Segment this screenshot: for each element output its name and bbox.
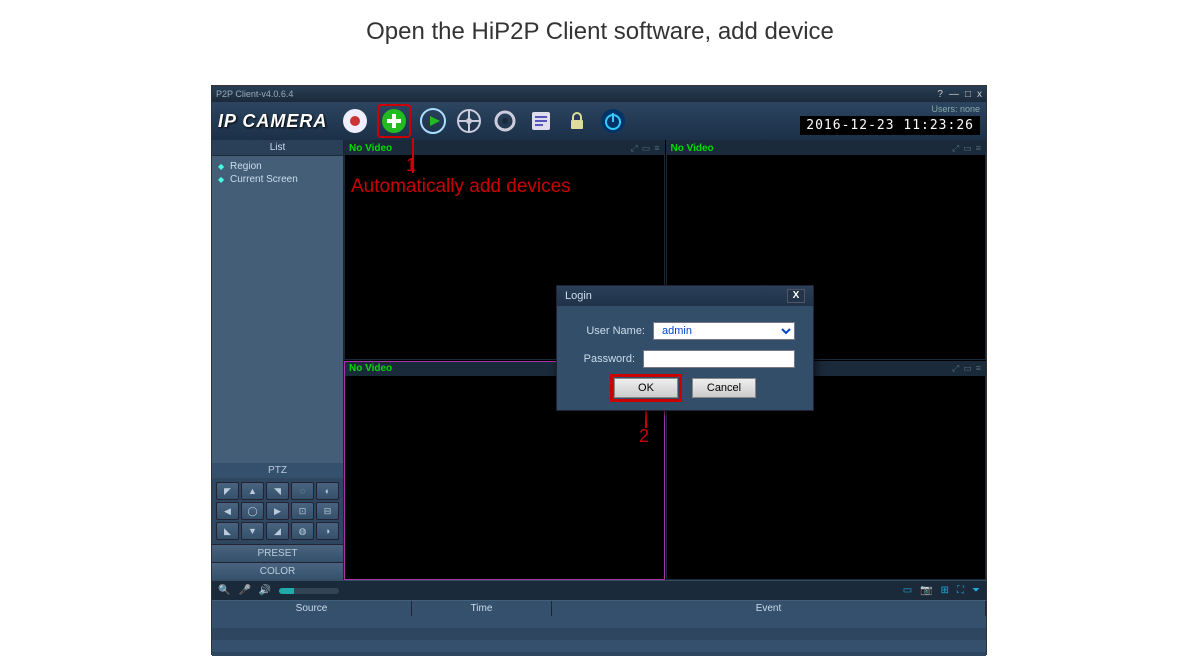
- pane-expand-icon[interactable]: ⤢: [631, 143, 638, 154]
- gear-icon[interactable]: [491, 107, 519, 135]
- pane-expand-icon[interactable]: ⤢: [952, 363, 959, 374]
- pane-menu-icon[interactable]: ≡: [654, 143, 659, 154]
- no-video-label: No Video: [671, 143, 714, 154]
- pane-menu-icon[interactable]: ≡: [976, 363, 981, 374]
- camera-icon[interactable]: [341, 107, 369, 135]
- pane-rec-icon[interactable]: ▭: [963, 143, 972, 154]
- color-button[interactable]: COLOR: [212, 562, 343, 580]
- username-select[interactable]: admin: [653, 322, 795, 340]
- header: IP CAMERA: [212, 102, 986, 140]
- ptz-controls: ◤ ▲ ◥ ◌ ◐ ◀ ◯ ▶ ⊡ ⊟ ◣ ▼ ◢ ◍ ◑: [212, 478, 343, 544]
- ptz-up[interactable]: ▲: [241, 482, 264, 500]
- pane-expand-icon[interactable]: ⤢: [952, 143, 959, 154]
- fullscreen-icon[interactable]: ⛶: [957, 585, 964, 596]
- sidebar: List Region Current Screen PTZ ◤ ▲ ◥ ◌ ◐…: [212, 140, 344, 580]
- pane-controls: ⤢ ▭ ≡: [952, 143, 981, 154]
- toolbar: [341, 104, 627, 138]
- collapse-icon[interactable]: ⏷: [972, 585, 980, 596]
- datetime-display: 2016-12-23 11:23:26: [800, 116, 980, 135]
- ptz-down-right[interactable]: ◢: [266, 522, 289, 540]
- lock-icon[interactable]: [563, 107, 591, 135]
- users-label: Users: none: [800, 104, 980, 114]
- wheel-icon[interactable]: [455, 107, 483, 135]
- ptz-iris-close[interactable]: ◍: [291, 522, 314, 540]
- pane-rec-icon[interactable]: ▭: [642, 143, 651, 154]
- event-table: Source Time Event: [212, 600, 986, 656]
- login-dialog: Login X User Name: admin Password: OK Ca…: [556, 285, 814, 411]
- cancel-button[interactable]: Cancel: [692, 378, 756, 398]
- preset-button[interactable]: PRESET: [212, 544, 343, 562]
- page-caption: Open the HiP2P Client software, add devi…: [0, 0, 1200, 56]
- ptz-label: PTZ: [212, 463, 343, 478]
- titlebar: P2P Client-v4.0.6.4 ? — □ x: [212, 86, 986, 102]
- event-rows: [212, 616, 986, 656]
- password-input[interactable]: [643, 350, 795, 368]
- user-info: Users: none 2016-12-23 11:23:26: [800, 104, 980, 135]
- minimize-button[interactable]: —: [949, 89, 959, 100]
- dialog-close-button[interactable]: X: [787, 289, 805, 303]
- dialog-title: Login: [565, 290, 592, 302]
- ptz-zoom-in[interactable]: ⊡: [291, 502, 314, 520]
- ptz-down-left[interactable]: ◣: [216, 522, 239, 540]
- add-device-highlight: [377, 104, 411, 138]
- ptz-left[interactable]: ◀: [216, 502, 239, 520]
- username-label: User Name:: [575, 325, 653, 337]
- snapshot-icon[interactable]: ▭: [903, 585, 912, 596]
- play-icon[interactable]: [419, 107, 447, 135]
- grid-layout-icon[interactable]: ⊞: [941, 585, 949, 596]
- ptz-zoom-out[interactable]: ⊟: [316, 502, 339, 520]
- pane-menu-icon[interactable]: ≡: [976, 143, 981, 154]
- mic-icon[interactable]: 🎤: [238, 585, 250, 596]
- volume-slider[interactable]: [279, 588, 339, 594]
- speaker-icon[interactable]: 🔊: [259, 585, 271, 596]
- pane-controls: ⤢ ▭ ≡: [952, 363, 981, 374]
- no-video-label: No Video: [349, 363, 392, 374]
- log-icon[interactable]: [527, 107, 555, 135]
- ptz-home[interactable]: ◯: [241, 502, 264, 520]
- ptz-focus-near[interactable]: ◐: [316, 482, 339, 500]
- add-device-button[interactable]: [380, 107, 408, 135]
- app-logo: IP CAMERA: [218, 111, 327, 132]
- tree-item[interactable]: Current Screen: [218, 173, 337, 186]
- pane-rec-icon[interactable]: ▭: [963, 363, 972, 374]
- ptz-right[interactable]: ▶: [266, 502, 289, 520]
- ptz-down[interactable]: ▼: [241, 522, 264, 540]
- search-icon[interactable]: 🔍: [218, 585, 230, 596]
- power-icon[interactable]: [599, 107, 627, 135]
- camera-icon[interactable]: 📷: [920, 585, 932, 596]
- help-button[interactable]: ?: [937, 89, 943, 100]
- window-title: P2P Client-v4.0.6.4: [216, 89, 293, 99]
- pane-controls: ⤢ ▭ ≡: [631, 143, 660, 154]
- ok-button[interactable]: OK: [614, 378, 678, 398]
- ptz-up-right[interactable]: ◥: [266, 482, 289, 500]
- close-button[interactable]: x: [977, 89, 982, 100]
- ptz-focus-far[interactable]: ◑: [316, 522, 339, 540]
- ptz-iris-open[interactable]: ◌: [291, 482, 314, 500]
- no-video-label: No Video: [349, 143, 392, 154]
- list-tab[interactable]: List: [212, 140, 343, 156]
- password-label: Password:: [575, 353, 643, 365]
- maximize-button[interactable]: □: [965, 89, 971, 100]
- dialog-titlebar: Login X: [557, 286, 813, 306]
- bottom-bar: 🔍 🎤 🔊 ▭ 📷 ⊞ ⛶ ⏷: [212, 580, 986, 600]
- tree-item[interactable]: Region: [218, 160, 337, 173]
- column-time: Time: [412, 601, 552, 616]
- ptz-up-left[interactable]: ◤: [216, 482, 239, 500]
- column-event: Event: [552, 601, 986, 616]
- device-tree: Region Current Screen: [212, 156, 343, 190]
- column-source: Source: [212, 601, 412, 616]
